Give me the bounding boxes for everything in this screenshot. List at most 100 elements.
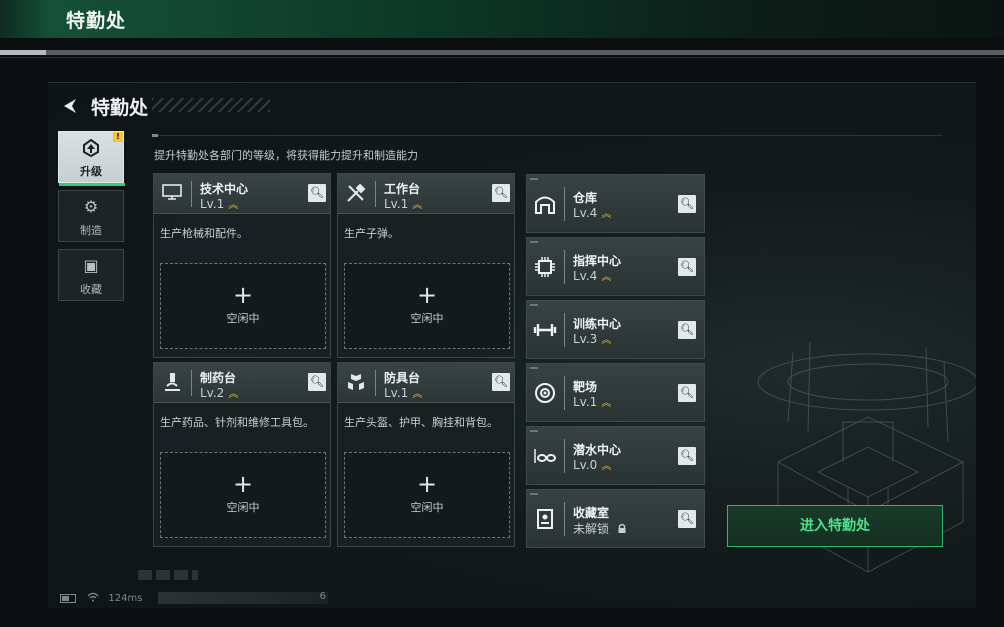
workshop-card-tech-center[interactable]: 技术中心 Lv.1 ︽ 🔍︎ 生产枪械和配件。 + 空闲中 — [153, 173, 331, 358]
facility-command-center[interactable]: 指挥中心 Lv.4 ︽ 🔍︎ — [526, 237, 705, 296]
workshop-card-armor[interactable]: 防具台 Lv.1 ︽ 🔍︎ 生产头盔、护甲、胸挂和背包。 + 空闲中 — [337, 362, 515, 547]
top-divider-thin — [0, 57, 1004, 58]
slot-status: 空闲中 — [226, 501, 260, 514]
diving-goggles-icon — [533, 445, 557, 469]
production-slot[interactable]: + 空闲中 — [160, 452, 326, 538]
tools-icon — [344, 182, 368, 204]
workshop-name: 工作台 — [384, 182, 421, 196]
magnifier-button[interactable]: 🔍︎ — [678, 321, 696, 339]
card-header: 防具台 Lv.1 ︽ 🔍︎ — [338, 363, 514, 403]
magnifier-button[interactable]: 🔍︎ — [678, 510, 696, 528]
workshop-description: 生产头盔、护甲、胸挂和背包。 — [344, 416, 498, 429]
facility-name: 潜水中心 — [573, 443, 622, 457]
magnifier-button[interactable]: 🔍︎ — [308, 373, 326, 391]
level-up-chevron-icon: ︽ — [601, 209, 612, 220]
wifi-icon — [87, 592, 102, 604]
window-title: 特勤处 — [66, 10, 127, 32]
magnifier-button[interactable]: 🔍︎ — [678, 384, 696, 402]
sidebar-tab-label: 收藏 — [80, 283, 102, 296]
footer-decoration — [138, 570, 198, 580]
card-header: 工作台 Lv.1 ︽ 🔍︎ — [338, 174, 514, 214]
back-arrow-icon — [64, 99, 76, 113]
level-up-chevron-icon: ︽ — [228, 389, 239, 400]
dumbbell-icon — [533, 319, 557, 343]
facility-shooting-range[interactable]: 靶场 Lv.1 ︽ 🔍︎ — [526, 363, 705, 422]
enter-special-ops-button[interactable]: 进入特勤处 — [727, 505, 943, 547]
warehouse-icon — [533, 193, 557, 217]
level-up-chevron-icon: ︽ — [601, 272, 612, 283]
magnifier-button[interactable]: 🔍︎ — [492, 373, 510, 391]
workshop-level: Lv.1 ︽ — [200, 197, 239, 211]
sidebar-tab-label: 制造 — [80, 224, 102, 237]
back-button[interactable] — [60, 96, 80, 116]
facility-level: Lv.4 ︽ — [573, 269, 612, 283]
workshop-card-workbench[interactable]: 工作台 Lv.1 ︽ 🔍︎ 生产子弹。 + 空闲中 — [337, 173, 515, 358]
facility-level: Lv.1 ︽ — [573, 395, 612, 409]
facility-name: 靶场 — [573, 380, 598, 394]
alert-badge: ! — [113, 132, 123, 142]
top-divider — [0, 50, 1004, 55]
facility-name: 指挥中心 — [573, 254, 622, 268]
card-header: 制药台 Lv.2 ︽ 🔍︎ — [154, 363, 330, 403]
workshop-level: Lv.2 ︽ — [200, 386, 239, 400]
slot-status: 空闲中 — [410, 312, 444, 325]
title-stripes-decoration — [152, 98, 270, 112]
facility-collection-room[interactable]: 收藏室 未解锁 🔍︎ — [526, 489, 705, 548]
workshop-description: 生产子弹。 — [344, 227, 399, 240]
slot-status: 空闲中 — [410, 501, 444, 514]
production-slot[interactable]: + 空闲中 — [160, 263, 326, 349]
workshop-name: 制药台 — [200, 371, 237, 385]
facility-diving-center[interactable]: 潜水中心 Lv.0 ︽ 🔍︎ — [526, 426, 705, 485]
card-header: 技术中心 Lv.1 ︽ 🔍︎ — [154, 174, 330, 214]
plus-icon: + — [232, 281, 254, 309]
collection-icon: ▣ — [83, 256, 99, 275]
upgrade-icon — [80, 138, 102, 158]
magnifier-button[interactable]: 🔍︎ — [678, 195, 696, 213]
armor-boxes-icon — [344, 371, 368, 393]
facility-name: 仓库 — [573, 191, 598, 205]
sidebar-tab-label: 升级 — [80, 165, 102, 178]
magnifier-button[interactable]: 🔍︎ — [308, 184, 326, 202]
ping-value: 124ms — [108, 593, 143, 604]
magnifier-button[interactable]: 🔍︎ — [678, 258, 696, 276]
facility-name: 训练中心 — [573, 317, 622, 331]
workshop-level: Lv.1 ︽ — [384, 197, 423, 211]
plus-icon: + — [232, 470, 254, 498]
bottom-info-bar: 6 — [158, 591, 328, 604]
bottom-number: 6 — [319, 591, 326, 602]
collection-room-icon — [533, 508, 557, 532]
plus-icon: + — [416, 470, 438, 498]
top-bar: 特勤处 — [0, 0, 1004, 38]
computer-icon — [160, 182, 184, 204]
hint-divider — [152, 135, 942, 136]
sidebar-tab-collection[interactable]: ▣ 收藏 — [58, 249, 124, 301]
level-up-chevron-icon: ︽ — [228, 200, 239, 211]
workshop-name: 技术中心 — [200, 182, 249, 196]
status-bar: 124ms — [60, 592, 142, 604]
page-hint: 提升特勤处各部门的等级，将获得能力提升和制造能力 — [154, 149, 418, 162]
production-slot[interactable]: + 空闲中 — [344, 263, 510, 349]
plus-icon: + — [416, 281, 438, 309]
sidebar-tab-upgrade[interactable]: 升级 ! — [58, 131, 125, 186]
workshop-description: 生产枪械和配件。 — [160, 227, 248, 240]
page-title: 特勤处 — [91, 97, 149, 119]
facility-level: Lv.4 ︽ — [573, 206, 612, 220]
level-up-chevron-icon: ︽ — [601, 461, 612, 472]
facility-training-center[interactable]: 训练中心 Lv.3 ︽ 🔍︎ — [526, 300, 705, 359]
facility-level: 未解锁 — [573, 520, 627, 537]
workshop-name: 防具台 — [384, 371, 421, 385]
workshop-description: 生产药品、针剂和维修工具包。 — [160, 416, 314, 429]
facility-warehouse[interactable]: 仓库 Lv.4 ︽ 🔍︎ — [526, 174, 705, 233]
facility-name: 收藏室 — [573, 506, 610, 520]
magnifier-button[interactable]: 🔍︎ — [492, 184, 510, 202]
slot-status: 空闲中 — [226, 312, 260, 325]
level-up-chevron-icon: ︽ — [412, 200, 423, 211]
workshop-card-pharmacy[interactable]: 制药台 Lv.2 ︽ 🔍︎ 生产药品、针剂和维修工具包。 + 空闲中 — [153, 362, 331, 547]
sidebar-tab-manufacture[interactable]: ⚙ 制造 — [58, 190, 124, 242]
active-indicator — [59, 183, 125, 186]
production-slot[interactable]: + 空闲中 — [344, 452, 510, 538]
magnifier-button[interactable]: 🔍︎ — [678, 447, 696, 465]
lock-icon — [617, 522, 627, 536]
battery-icon — [60, 593, 76, 603]
level-up-chevron-icon: ︽ — [601, 335, 612, 346]
